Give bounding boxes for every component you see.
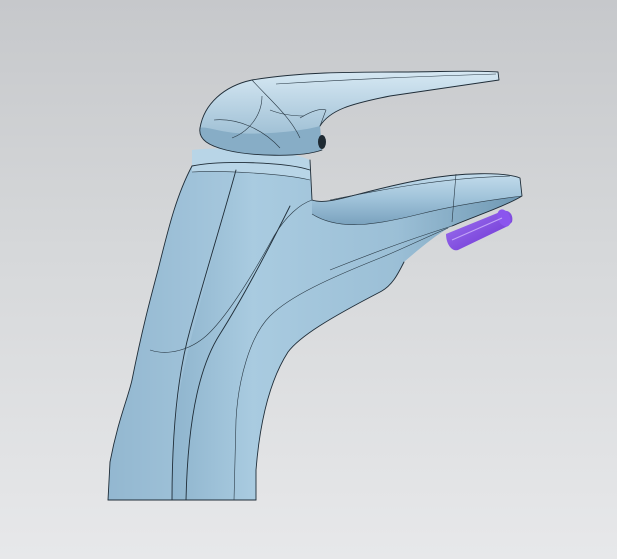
handle-pin-hole [318, 135, 326, 149]
cad-viewport[interactable] [0, 0, 617, 559]
faucet-model[interactable] [0, 0, 617, 559]
